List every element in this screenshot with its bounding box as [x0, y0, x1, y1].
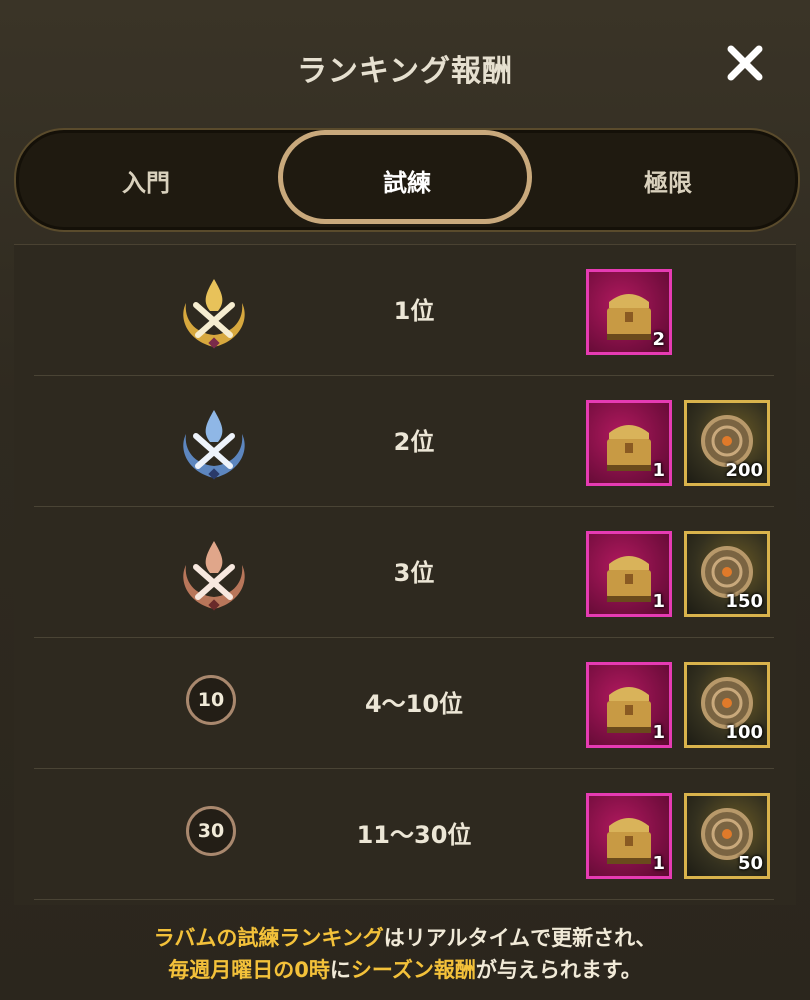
reward-item-coin[interactable]: 50 — [684, 793, 770, 879]
reward-quantity: 1 — [652, 591, 665, 612]
tab-label: 入門 — [122, 168, 170, 197]
reward-quantity: 50 — [737, 853, 763, 874]
rank-label: 11〜30位 — [356, 821, 472, 849]
rank-label: 3位 — [393, 559, 435, 587]
footer-highlight: ラバムの試練ランキング — [153, 926, 384, 950]
close-button[interactable] — [722, 40, 768, 86]
rank-label: 4〜10位 — [364, 690, 464, 718]
reward-quantity: 2 — [652, 329, 665, 350]
page-title: ランキング報酬 — [296, 54, 514, 89]
reward-quantity: 1 — [652, 722, 665, 743]
footer-text: が与えられます。 — [475, 958, 642, 982]
rank-badge: 10 — [186, 675, 236, 725]
footer-line-1: ラバムの試練ランキングはリアルタイムで更新され、 — [0, 922, 810, 954]
reward-item-chest[interactable]: 1 — [586, 400, 672, 486]
close-icon — [727, 45, 763, 81]
reward-quantity: 200 — [725, 460, 763, 481]
table-row: 2位 1 200 — [34, 376, 774, 507]
table-row: 30 11〜30位 1 50 — [34, 769, 774, 900]
rank-label: 1位 — [393, 297, 435, 325]
footer-line-2: 毎週月曜日の0時にシーズン報酬が与えられます。 — [0, 954, 810, 986]
header: ランキング報酬 — [0, 0, 810, 120]
reward-item-chest[interactable]: 1 — [586, 531, 672, 617]
table-row: 10 4〜10位 1 100 — [34, 638, 774, 769]
reward-list[interactable]: 1位 2 2位 1 200 3位 1 150 10 4〜10位 1 100 30… — [14, 244, 796, 905]
footer-note: ラバムの試練ランキングはリアルタイムで更新され、 毎週月曜日の0時にシーズン報酬… — [0, 922, 810, 986]
tab-beginner[interactable]: 入門 — [16, 130, 276, 230]
table-row: 3位 1 150 — [34, 507, 774, 638]
reward-item-coin[interactable]: 100 — [684, 662, 770, 748]
reward-item-chest[interactable]: 1 — [586, 662, 672, 748]
silver-rank-medal-icon — [183, 410, 245, 480]
reward-quantity: 150 — [725, 591, 763, 612]
footer-text: に — [329, 958, 351, 982]
tab-trial[interactable]: 試練 — [276, 130, 538, 230]
reward-quantity: 1 — [652, 460, 665, 481]
reward-quantity: 1 — [652, 853, 665, 874]
gold-rank-medal-icon — [183, 279, 245, 349]
footer-highlight: 毎週月曜日の0時 — [168, 958, 330, 982]
rank-badge: 30 — [186, 806, 236, 856]
reward-item-chest[interactable]: 2 — [586, 269, 672, 355]
tab-extreme[interactable]: 極限 — [538, 130, 798, 230]
tab-label: 試練 — [383, 168, 431, 197]
reward-item-coin[interactable]: 150 — [684, 531, 770, 617]
ranking-reward-panel: ランキング報酬 入門 試練 極限 1位 2 2位 1 200 3位 1 150 … — [0, 0, 810, 1000]
difficulty-tabs: 入門 試練 極限 — [14, 128, 800, 232]
reward-item-coin[interactable]: 200 — [684, 400, 770, 486]
bronze-rank-medal-icon — [183, 541, 245, 611]
reward-quantity: 100 — [725, 722, 763, 743]
tab-label: 極限 — [644, 168, 692, 197]
reward-item-chest[interactable]: 1 — [586, 793, 672, 879]
footer-highlight: シーズン報酬 — [350, 958, 476, 982]
footer-text: はリアルタイムで更新され、 — [383, 926, 657, 950]
table-row: 1位 2 — [34, 245, 774, 376]
rank-label: 2位 — [393, 428, 435, 456]
